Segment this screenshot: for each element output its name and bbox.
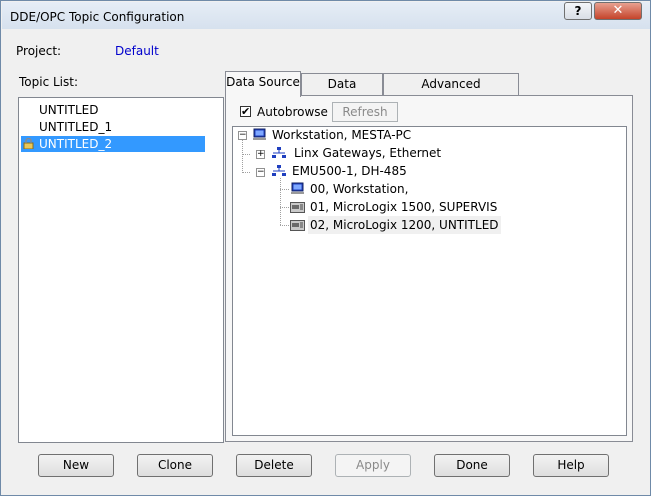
topic-list-label: Topic List:: [19, 75, 79, 89]
collapse-toggle[interactable]: −: [238, 131, 247, 140]
tree-line: [280, 207, 289, 208]
list-item[interactable]: UNTITLED_1: [21, 119, 205, 135]
autobrowse-checkbox[interactable]: ✔: [240, 106, 251, 117]
autobrowse-label: Autobrowse: [257, 105, 328, 119]
tree-line: [280, 178, 281, 225]
lock-icon: [23, 138, 34, 149]
tree-line: [242, 154, 250, 155]
delete-button[interactable]: Delete: [236, 454, 312, 477]
tree-node-00[interactable]: 00, Workstation,: [310, 180, 408, 198]
tab-advanced-communication[interactable]: Advanced Communication: [383, 73, 519, 111]
tree-line: [242, 140, 243, 173]
topic-name: UNTITLED: [39, 103, 99, 117]
topic-name: UNTITLED_1: [39, 120, 113, 134]
tree-line: [242, 172, 250, 173]
tab-data-source[interactable]: Data Source: [225, 71, 301, 97]
window-title: DDE/OPC Topic Configuration: [10, 10, 185, 24]
expand-toggle[interactable]: +: [256, 150, 265, 159]
title-bar[interactable]: DDE/OPC Topic Configuration: [2, 2, 650, 29]
topic-listbox[interactable]: UNTITLED UNTITLED_1 UNTITLED_2: [18, 97, 224, 443]
workstation-icon: [253, 128, 266, 140]
project-value: Default: [115, 44, 159, 58]
tree-line: [280, 225, 289, 226]
tree-node-linx[interactable]: Linx Gateways, Ethernet: [294, 144, 441, 162]
close-button[interactable]: ✕: [594, 2, 642, 20]
plc-icon: [290, 202, 305, 213]
project-label: Project:: [16, 44, 62, 58]
list-item[interactable]: UNTITLED: [21, 102, 205, 118]
topic-name: UNTITLED_2: [39, 137, 113, 151]
tab-data-collection[interactable]: Data Collection: [301, 73, 383, 111]
tree-node-01[interactable]: 01, MicroLogix 1500, SUPERVIS: [310, 198, 497, 216]
network-icon: [272, 165, 286, 176]
network-icon: [272, 147, 286, 158]
title-help-button[interactable]: ?: [564, 2, 592, 20]
tree-node-workstation[interactable]: Workstation, MESTA-PC: [272, 126, 411, 144]
tree-node-02[interactable]: 02, MicroLogix 1200, UNTITLED: [308, 216, 501, 234]
workstation-icon: [291, 182, 304, 194]
plc-icon: [290, 220, 305, 231]
tree-node-emu[interactable]: EMU500-1, DH-485: [292, 162, 407, 180]
refresh-button[interactable]: Refresh: [332, 102, 398, 122]
help-button[interactable]: Help: [533, 454, 609, 477]
list-item-selected[interactable]: UNTITLED_2: [21, 136, 205, 152]
clone-button[interactable]: Clone: [137, 454, 213, 477]
done-button[interactable]: Done: [434, 454, 510, 477]
new-button[interactable]: New: [38, 454, 114, 477]
apply-button[interactable]: Apply: [335, 454, 411, 477]
tree-line: [280, 189, 289, 190]
collapse-toggle[interactable]: −: [256, 168, 265, 177]
